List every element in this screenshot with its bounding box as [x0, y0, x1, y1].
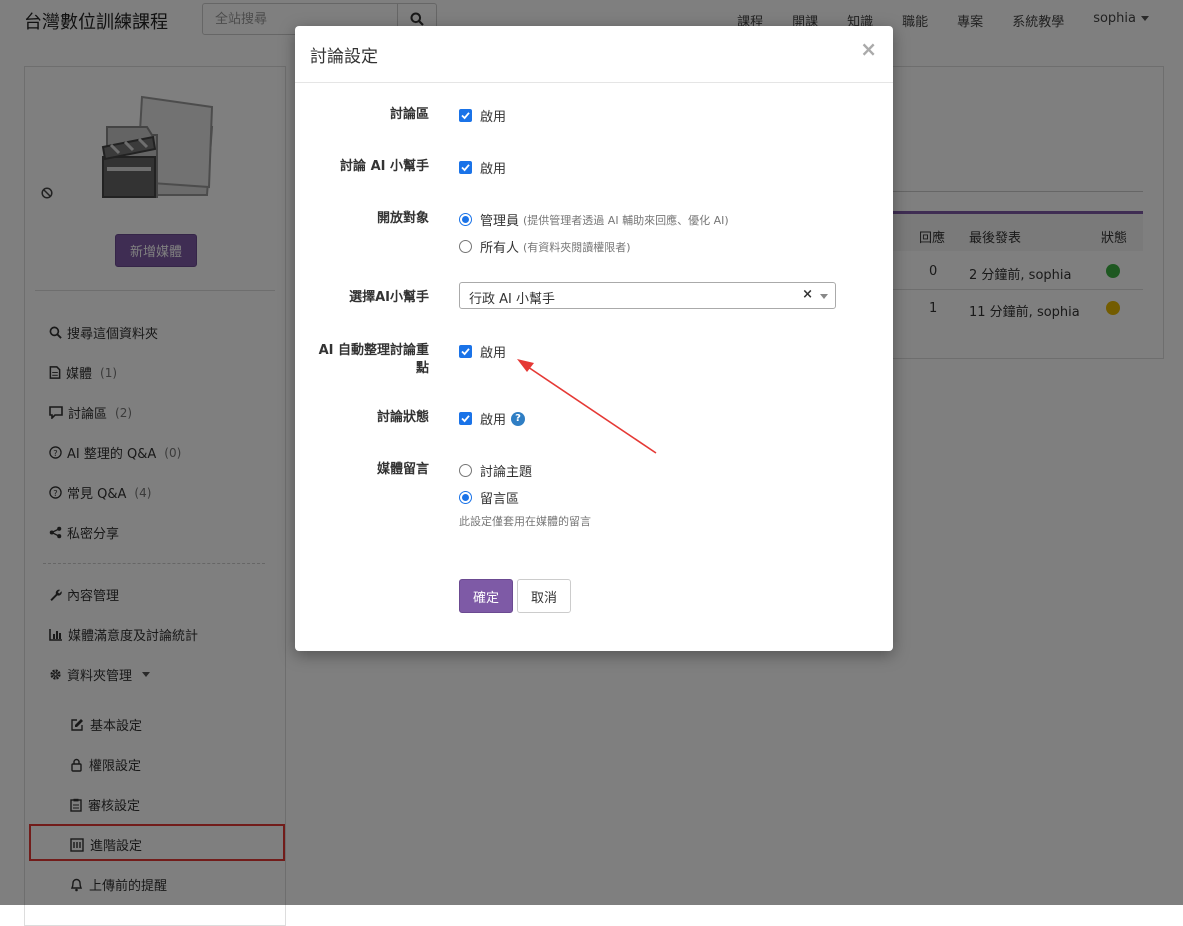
confirm-button[interactable]: 確定	[459, 579, 513, 613]
checkbox-checked-icon	[459, 412, 472, 425]
checkbox-checked-icon	[459, 345, 472, 358]
audience-admin-hint: (提供管理者透過 AI 輔助來回應、優化 AI)	[523, 213, 729, 227]
media-comment-topic-label: 討論主題	[480, 465, 533, 480]
audience-everyone-label: 所有人	[480, 241, 520, 256]
help-icon[interactable]: ?	[511, 411, 526, 426]
auto-summary-label-line1: AI 自動整理討論重	[318, 343, 429, 358]
media-comment-board-label: 留言區	[480, 492, 520, 507]
ai-helper-select[interactable]: 行政 AI 小幫手 ×	[459, 282, 836, 309]
modal-title: 討論設定	[310, 47, 378, 67]
auto-summary-enable-label: 啟用	[480, 346, 507, 361]
media-comment-label: 媒體留言	[376, 462, 429, 477]
radio-unselected-icon	[459, 464, 472, 477]
status-label: 討論狀態	[376, 410, 429, 425]
discussion-settings-modal: 討論設定 × 討論區 啟用 討論 AI 小幫手 啟用 開放對象 管理員 (提供管…	[295, 26, 893, 651]
media-comment-board-radio[interactable]: 留言區	[459, 488, 519, 507]
auto-summary-label: AI 自動整理討論重 點	[319, 342, 429, 378]
audience-everyone-radio[interactable]: 所有人 (有資料夾閱讀權限者)	[459, 237, 631, 256]
modal-header: 討論設定 ×	[295, 26, 893, 83]
ai-helper-label: 討論 AI 小幫手	[340, 159, 429, 174]
ai-helper-enable-label: 啟用	[480, 162, 507, 177]
audience-label: 開放對象	[376, 211, 429, 226]
discussion-label: 討論區	[389, 107, 429, 122]
clear-icon[interactable]: ×	[802, 287, 813, 302]
checkbox-checked-icon	[459, 161, 472, 174]
radio-unselected-icon	[459, 240, 472, 253]
status-enable-checkbox[interactable]: 啟用 ?	[459, 409, 526, 428]
checkbox-checked-icon	[459, 109, 472, 122]
status-enable-label: 啟用	[480, 413, 507, 428]
radio-selected-icon	[459, 213, 472, 226]
chevron-down-icon	[820, 294, 828, 299]
close-icon[interactable]: ×	[860, 39, 877, 59]
audience-everyone-hint: (有資料夾閱讀權限者)	[523, 240, 631, 254]
audience-admin-label: 管理員	[480, 214, 520, 229]
select-ai-label: 選擇AI小幫手	[349, 290, 429, 305]
ai-helper-select-value: 行政 AI 小幫手	[469, 292, 555, 307]
media-comment-topic-radio[interactable]: 討論主題	[459, 461, 532, 480]
audience-admin-radio[interactable]: 管理員 (提供管理者透過 AI 輔助來回應、優化 AI)	[459, 210, 729, 229]
auto-summary-label-line2: 點	[415, 361, 429, 376]
cancel-button[interactable]: 取消	[517, 579, 571, 613]
ai-helper-enable-checkbox[interactable]: 啟用	[459, 158, 506, 177]
auto-summary-enable-checkbox[interactable]: 啟用	[459, 342, 506, 361]
discussion-enable-label: 啟用	[480, 110, 507, 125]
radio-selected-icon	[459, 491, 472, 504]
media-comment-note: 此設定僅套用在媒體的留言	[459, 515, 591, 528]
discussion-enable-checkbox[interactable]: 啟用	[459, 106, 506, 125]
